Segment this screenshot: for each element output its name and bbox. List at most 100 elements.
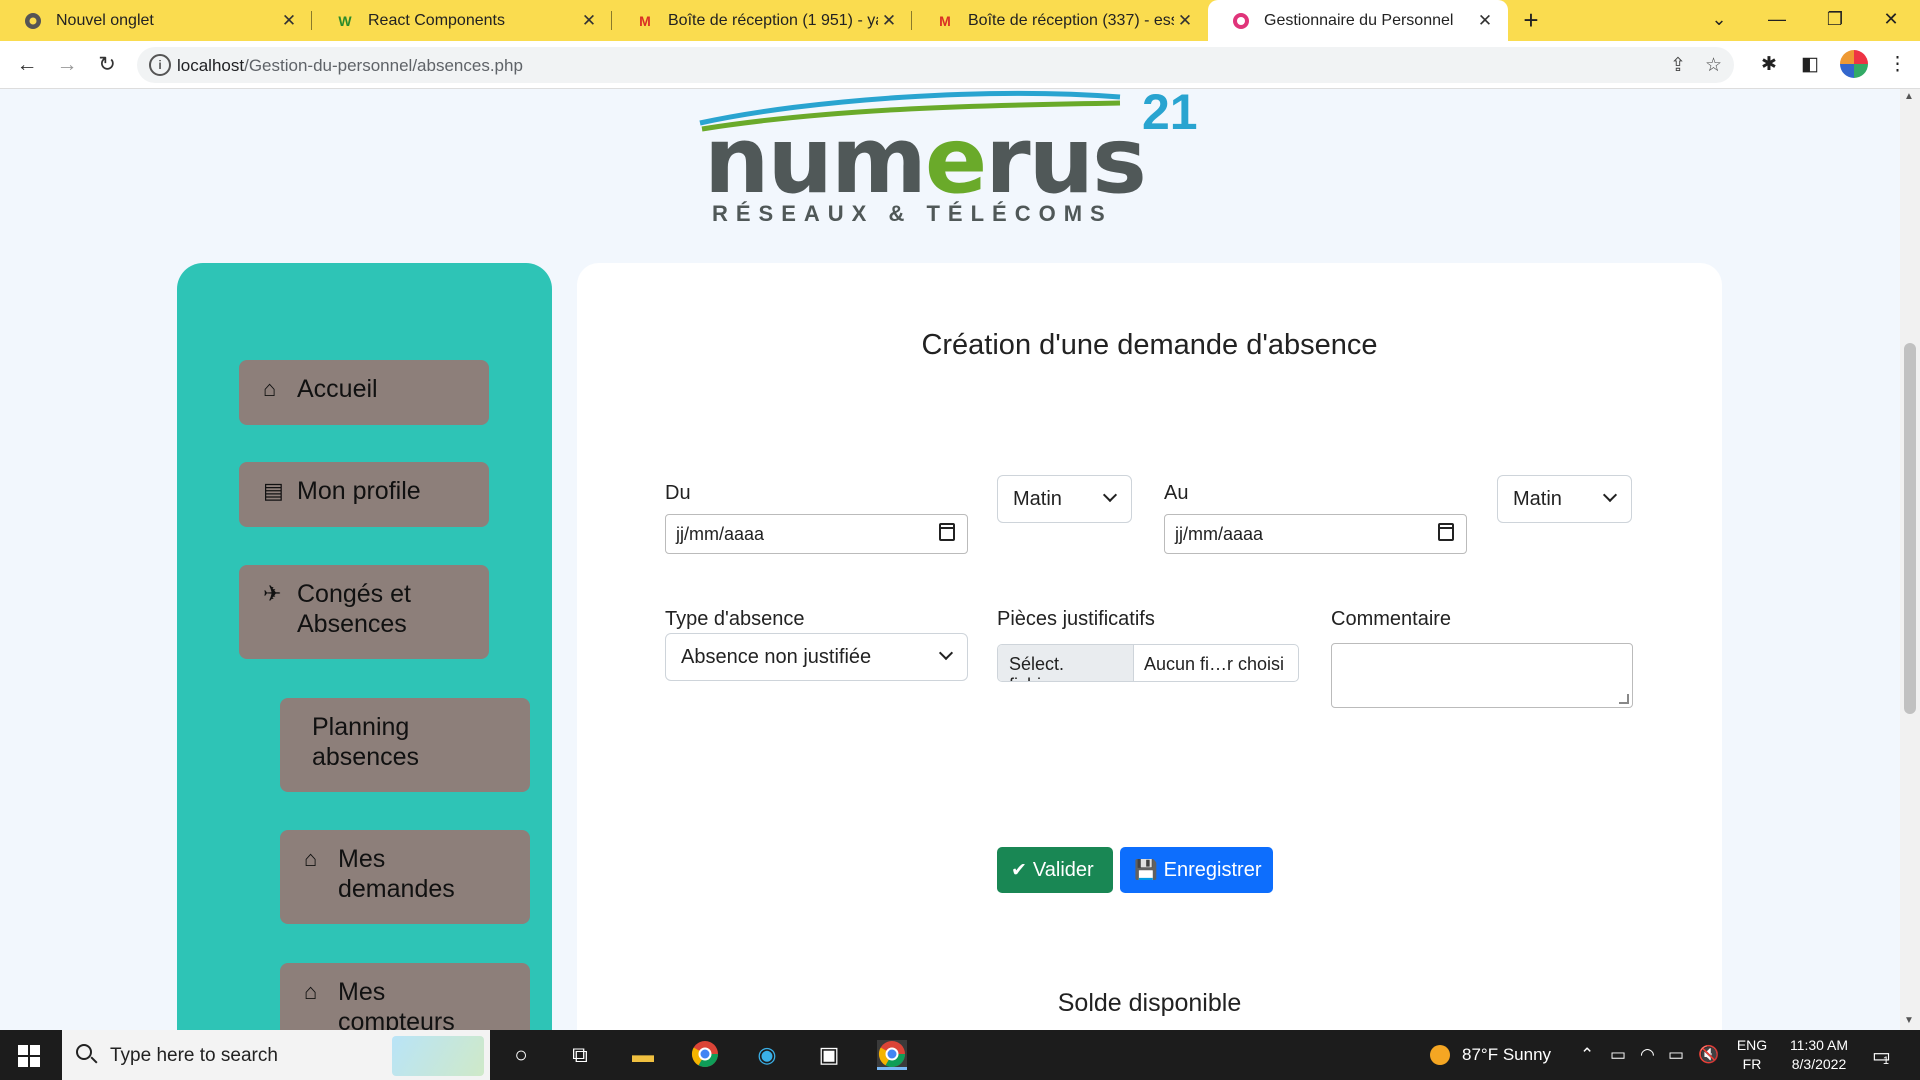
au-date-input[interactable]: jj/mm/aaaa xyxy=(1164,514,1467,554)
clock[interactable]: 11:30 AM 8/3/2022 xyxy=(1776,1036,1862,1074)
type-absence-value: Absence non justifiée xyxy=(681,646,872,668)
type-absence-label: Type d'absence xyxy=(665,608,805,630)
home-icon: ⌂ xyxy=(304,846,318,871)
home-icon: ⌂ xyxy=(304,979,318,1004)
du-date-input[interactable]: jj/mm/aaaa xyxy=(665,514,968,554)
search-placeholder: Type here to search xyxy=(110,1045,278,1066)
gmail-icon: M xyxy=(939,12,951,29)
au-label: Au xyxy=(1164,482,1189,504)
taskbar-search-box[interactable]: Type here to search xyxy=(62,1030,490,1080)
meet-icon[interactable]: ▭ xyxy=(1610,1030,1626,1080)
commentaire-textarea[interactable] xyxy=(1331,643,1633,708)
chrome-taskbar-icon[interactable] xyxy=(690,1040,720,1070)
au-period-select[interactable]: Matin xyxy=(1497,475,1632,523)
sidebar-item-mes-compteurs[interactable]: ⌂ Mes compteurs xyxy=(280,963,530,1030)
app-icon xyxy=(1232,12,1250,30)
file-input[interactable]: Sélect. fichiers Aucun fi…r choisi xyxy=(997,644,1299,682)
sidebar-item-conges-absences[interactable]: ✈ Congés et Absences xyxy=(239,565,489,659)
share-icon[interactable]: ⇪ xyxy=(1670,54,1686,77)
scroll-up-icon[interactable]: ▲ xyxy=(1904,91,1914,102)
restore-icon[interactable]: ❐ xyxy=(1806,0,1864,41)
profile-avatar[interactable] xyxy=(1840,50,1868,78)
lang-top: ENG xyxy=(1736,1037,1768,1053)
page-title: Création d'une demande d'absence xyxy=(921,329,1378,361)
bookmark-star-icon[interactable]: ☆ xyxy=(1705,54,1722,77)
tray-chevron-icon[interactable]: ⌃ xyxy=(1580,1030,1594,1080)
address-bar[interactable]: i localhost/Gestion-du-personnel/absence… xyxy=(137,47,1734,83)
clock-date: 8/3/2022 xyxy=(1791,1056,1847,1072)
menu-kebab-icon[interactable]: ⋮ xyxy=(1888,53,1907,76)
wifi-icon[interactable]: ◠ xyxy=(1640,1030,1655,1080)
volume-icon[interactable]: 🔇 xyxy=(1698,1030,1719,1080)
info-icon[interactable]: i xyxy=(149,54,171,76)
tab-search-icon[interactable]: ⌄ xyxy=(1690,0,1748,41)
close-tab-icon[interactable]: ✕ xyxy=(878,11,900,31)
task-view-icon[interactable]: ⧉ xyxy=(565,1040,595,1070)
sidebar-item-accueil[interactable]: ⌂ Accueil xyxy=(239,360,489,425)
sidebar-item-label: Accueil xyxy=(297,375,378,403)
weather-widget[interactable]: 87°F Sunny xyxy=(1430,1030,1551,1080)
close-tab-icon[interactable]: ✕ xyxy=(1174,11,1196,31)
du-period-value: Matin xyxy=(1013,488,1062,510)
tab-react-components[interactable]: W React Components ✕ xyxy=(312,0,612,41)
cortana-icon[interactable]: ○ xyxy=(506,1040,536,1070)
file-explorer-icon[interactable]: ▬ xyxy=(628,1040,658,1070)
sidebar: ⌂ Accueil ▤ Mon profile ✈ Congés et Abse… xyxy=(177,263,552,1030)
enregistrer-label: Enregistrer xyxy=(1163,858,1262,881)
sidebar-item-mes-demandes[interactable]: ⌂ Mes demandes xyxy=(280,830,530,924)
chrome-active-icon[interactable] xyxy=(877,1040,907,1070)
back-icon[interactable]: ← xyxy=(11,49,43,81)
calendar-icon[interactable] xyxy=(939,523,955,541)
sidebar-item-label: Mes compteurs xyxy=(338,978,455,1030)
reload-icon[interactable]: ↻ xyxy=(91,49,123,81)
tab-nouvel-onglet[interactable]: Nouvel onglet ✕ xyxy=(0,0,312,41)
close-tab-icon[interactable]: ✕ xyxy=(278,11,300,31)
forward-icon[interactable]: → xyxy=(51,49,83,81)
search-highlight-image xyxy=(392,1036,484,1076)
language-indicator[interactable]: ENG FR xyxy=(1732,1036,1772,1074)
type-absence-select[interactable]: Absence non justifiée xyxy=(665,633,968,681)
page-scrollbar[interactable]: ▲ ▼ xyxy=(1900,89,1920,1030)
windows-start-icon[interactable] xyxy=(18,1045,40,1067)
windows-taskbar: Type here to search ○ ⧉ ▬ ◉ ▣ 87°F Sunny… xyxy=(0,1030,1920,1080)
sidebar-item-mon-profile[interactable]: ▤ Mon profile xyxy=(239,462,489,527)
scroll-down-icon[interactable]: ▼ xyxy=(1904,1015,1914,1026)
scrollbar-thumb[interactable] xyxy=(1904,343,1916,714)
terminal-icon[interactable]: ▣ xyxy=(814,1040,844,1070)
close-window-icon[interactable]: ✕ xyxy=(1862,0,1920,41)
notifications-icon[interactable]: ▭ 1 xyxy=(1872,1030,1891,1080)
chevron-down-icon xyxy=(938,645,954,661)
close-tab-icon[interactable]: ✕ xyxy=(578,11,600,31)
calendar-icon[interactable] xyxy=(1438,523,1454,541)
resize-grip-icon[interactable] xyxy=(1619,694,1629,704)
tab-gmail-1[interactable]: M Boîte de réception (1 951) - yassi ✕ xyxy=(612,0,912,41)
select-files-button[interactable]: Sélect. fichiers xyxy=(998,645,1134,681)
pieces-label: Pièces justificatifs xyxy=(997,608,1155,630)
du-date-value: jj/mm/aaaa xyxy=(676,524,765,544)
au-period-value: Matin xyxy=(1513,488,1562,510)
lang-bottom: FR xyxy=(1742,1056,1762,1072)
sidebar-item-planning-absences[interactable]: Planning absences xyxy=(280,698,530,792)
sidebar-item-label: Mes demandes xyxy=(338,845,455,903)
sidebar-item-label: Planning absences xyxy=(312,713,420,771)
du-period-select[interactable]: Matin xyxy=(997,475,1132,523)
save-icon: 💾 xyxy=(1134,860,1158,881)
new-tab-button[interactable]: + xyxy=(1516,6,1546,36)
tab-title: React Components xyxy=(368,11,505,29)
logo-subtitle: RÉSEAUX & TÉLÉCOMS xyxy=(712,201,1113,226)
tab-title: Boîte de réception (1 951) - yassi xyxy=(668,11,878,29)
browser-tab-strip: Nouvel onglet ✕ W React Components ✕ M B… xyxy=(0,0,1920,41)
close-tab-icon[interactable]: ✕ xyxy=(1474,11,1496,31)
extensions-icon[interactable]: ✱ xyxy=(1761,53,1777,76)
battery-icon[interactable]: ▭ xyxy=(1668,1030,1684,1080)
tab-gmail-2[interactable]: M Boîte de réception (337) - essada ✕ xyxy=(912,0,1208,41)
enregistrer-button[interactable]: 💾 Enregistrer xyxy=(1120,847,1273,893)
chevron-down-icon xyxy=(1602,487,1618,503)
tab-gestionnaire[interactable]: Gestionnaire du Personnel ✕ xyxy=(1208,0,1508,41)
minimize-icon[interactable]: — xyxy=(1748,0,1806,41)
side-panel-icon[interactable]: ◧ xyxy=(1801,53,1819,76)
browser-toolbar: ← → ↻ i localhost/Gestion-du-personnel/a… xyxy=(0,41,1920,89)
valider-button[interactable]: ✔ Valider xyxy=(997,847,1113,893)
notif-count: 1 xyxy=(1882,1055,1890,1067)
edge-icon[interactable]: ◉ xyxy=(752,1040,782,1070)
